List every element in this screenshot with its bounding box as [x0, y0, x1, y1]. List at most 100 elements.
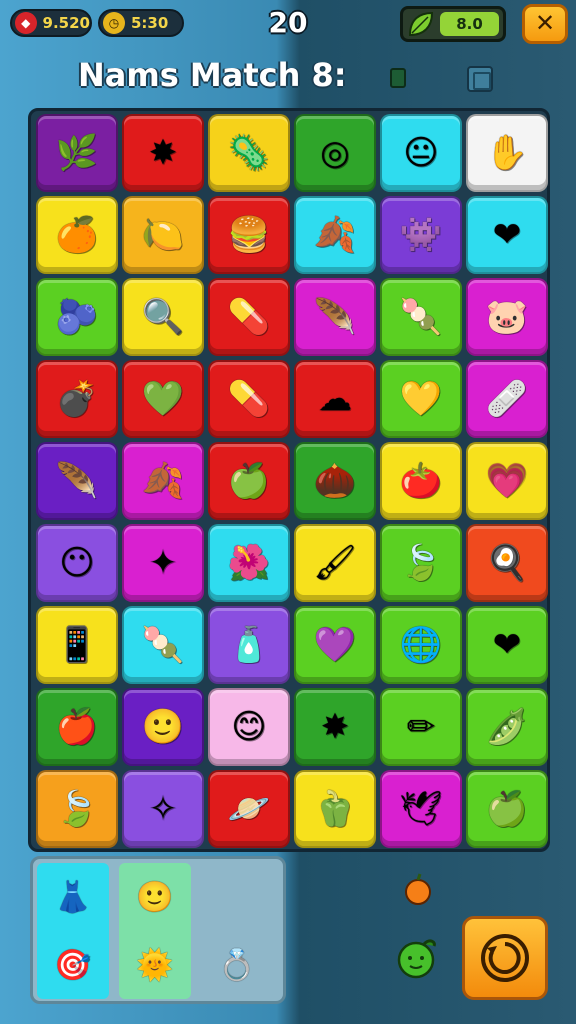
orange-fruit-icon[interactable] [402, 872, 434, 906]
tile[interactable]: 📱 [36, 606, 118, 684]
tomato-icon: 🍅 [399, 461, 443, 501]
hand-icon: ✋ [485, 133, 529, 173]
green-fruit-icon[interactable] [394, 936, 440, 980]
tray-slot[interactable]: 🎯 [37, 933, 109, 999]
tile[interactable]: 🐷 [466, 278, 548, 356]
tile[interactable]: 🍡 [122, 606, 204, 684]
square-icon[interactable] [467, 66, 493, 92]
item-tray: 👗 🎯 🙂 🌞 💍 [30, 856, 286, 1004]
smiley-icon: 🙂 [136, 880, 174, 915]
tray-column: 👗 🎯 [37, 863, 109, 999]
tile[interactable]: ◎ [294, 114, 376, 192]
tray-slot[interactable]: 👗 [37, 865, 109, 931]
tile[interactable]: 🔍 [122, 278, 204, 356]
heart-icon: 💚 [141, 379, 185, 419]
tile[interactable]: 🖌 [294, 524, 376, 602]
orange-icon: 🍊 [55, 215, 99, 255]
tile[interactable]: 🌐 [380, 606, 462, 684]
burger-icon: 🍔 [227, 215, 271, 255]
tile[interactable]: 🍃 [380, 524, 462, 602]
tile[interactable]: 😊 [208, 688, 290, 766]
tile[interactable]: 👾 [380, 196, 462, 274]
tile[interactable]: 😐 [380, 114, 462, 192]
tile[interactable]: 💗 [466, 442, 548, 520]
star-icon: ✦ [148, 543, 178, 583]
tile[interactable]: 🍏 [466, 770, 548, 848]
tile[interactable]: ✋ [466, 114, 548, 192]
tray-slot[interactable]: 💍 [201, 933, 273, 999]
tile[interactable]: ☁ [294, 360, 376, 438]
flower-icon: 🌺 [227, 543, 271, 583]
tile[interactable]: 🪶 [36, 442, 118, 520]
phone-icon[interactable] [390, 68, 406, 88]
tile[interactable]: ✧ [122, 770, 204, 848]
tile[interactable]: 💊 [208, 360, 290, 438]
tile[interactable]: 🕊 [380, 770, 462, 848]
tile[interactable]: ✸ [122, 114, 204, 192]
tile[interactable]: 🍃 [36, 770, 118, 848]
tile[interactable]: 💣 [36, 360, 118, 438]
face-icon: 🙂 [141, 707, 185, 747]
tray-slot[interactable]: 🌞 [119, 933, 191, 999]
tile[interactable]: 💜 [294, 606, 376, 684]
tile[interactable]: 🧴 [208, 606, 290, 684]
feather-icon: 🪶 [55, 461, 99, 501]
close-button[interactable]: ✕ [522, 4, 568, 44]
tile[interactable]: 🌿 [36, 114, 118, 192]
tile[interactable]: 🌺 [208, 524, 290, 602]
tile[interactable]: 🪐 [208, 770, 290, 848]
paintbrush-icon: 🖌 [313, 543, 357, 583]
lime-icon: 🍋 [141, 215, 185, 255]
cloud-face-icon: 😶 [59, 543, 95, 583]
starfish-icon: ✸ [320, 707, 350, 747]
leaf-icon: 🍃 [399, 543, 443, 583]
tile[interactable]: 🍂 [122, 442, 204, 520]
game-board: 🌿 ✸ 🦠 ◎ 😐 ✋ 🍊 🍋 🍔 🍂 👾 ❤ 🫐 🔍 💊 🪶 🍡 🐷 💣 💚 💊 ☁ 💛 🩹 🪶 🍂 🍏 🌰 🍅 💗 😶 ✦ 🌺 🖌 🍃 🍳 📱 🍡 🧴 💜… [28, 108, 550, 852]
pepper-icon: 🫑 [313, 789, 357, 829]
tile[interactable]: 🫐 [36, 278, 118, 356]
tile[interactable]: 🍊 [36, 196, 118, 274]
tile[interactable]: 🍳 [466, 524, 548, 602]
globe-icon: 🌐 [399, 625, 443, 665]
tile[interactable]: 🫛 [466, 688, 548, 766]
tile[interactable]: 🩹 [466, 360, 548, 438]
tile[interactable]: 🍔 [208, 196, 290, 274]
tray-column: 💍 [201, 863, 273, 999]
target-icon: ◎ [320, 133, 350, 173]
tile[interactable]: 😶 [36, 524, 118, 602]
tile[interactable]: ✦ [122, 524, 204, 602]
leaf-icon: 🍂 [141, 461, 185, 501]
tray-slot[interactable]: 🙂 [119, 865, 191, 931]
tile[interactable]: 🍋 [122, 196, 204, 274]
tile[interactable]: 💊 [208, 278, 290, 356]
heart-icon: 💗 [485, 461, 529, 501]
tile[interactable]: 🍂 [294, 196, 376, 274]
tile[interactable]: 🍏 [208, 442, 290, 520]
tile[interactable]: 💚 [122, 360, 204, 438]
virus-icon: 🦠 [227, 133, 271, 173]
bottle-icon: 🧴 [227, 625, 271, 665]
tile[interactable]: 🍡 [380, 278, 462, 356]
tile[interactable]: 🍅 [380, 442, 462, 520]
tile[interactable]: 🦠 [208, 114, 290, 192]
heart-icon: ❤ [492, 625, 522, 665]
leaf-icon: 🌿 [55, 133, 99, 173]
bean-icon: 🫛 [485, 707, 529, 747]
tile[interactable]: ✏ [380, 688, 462, 766]
tile[interactable]: 🌰 [294, 442, 376, 520]
phone-icon: 📱 [55, 625, 99, 665]
tile[interactable]: 🪶 [294, 278, 376, 356]
tray-slot [201, 865, 273, 931]
refresh-button[interactable] [462, 916, 548, 1000]
tile[interactable]: 🫑 [294, 770, 376, 848]
tile[interactable]: 💛 [380, 360, 462, 438]
tile[interactable]: 🙂 [122, 688, 204, 766]
tile[interactable]: ❤ [466, 196, 548, 274]
leaf-icon: 🍃 [55, 789, 99, 829]
tile[interactable]: ❤ [466, 606, 548, 684]
heart-icon: ❤ [492, 215, 522, 255]
tile[interactable]: 🍎 [36, 688, 118, 766]
apple-icon: 🍏 [227, 461, 271, 501]
tile[interactable]: ✸ [294, 688, 376, 766]
energy-meter: 8.0 [400, 6, 506, 42]
